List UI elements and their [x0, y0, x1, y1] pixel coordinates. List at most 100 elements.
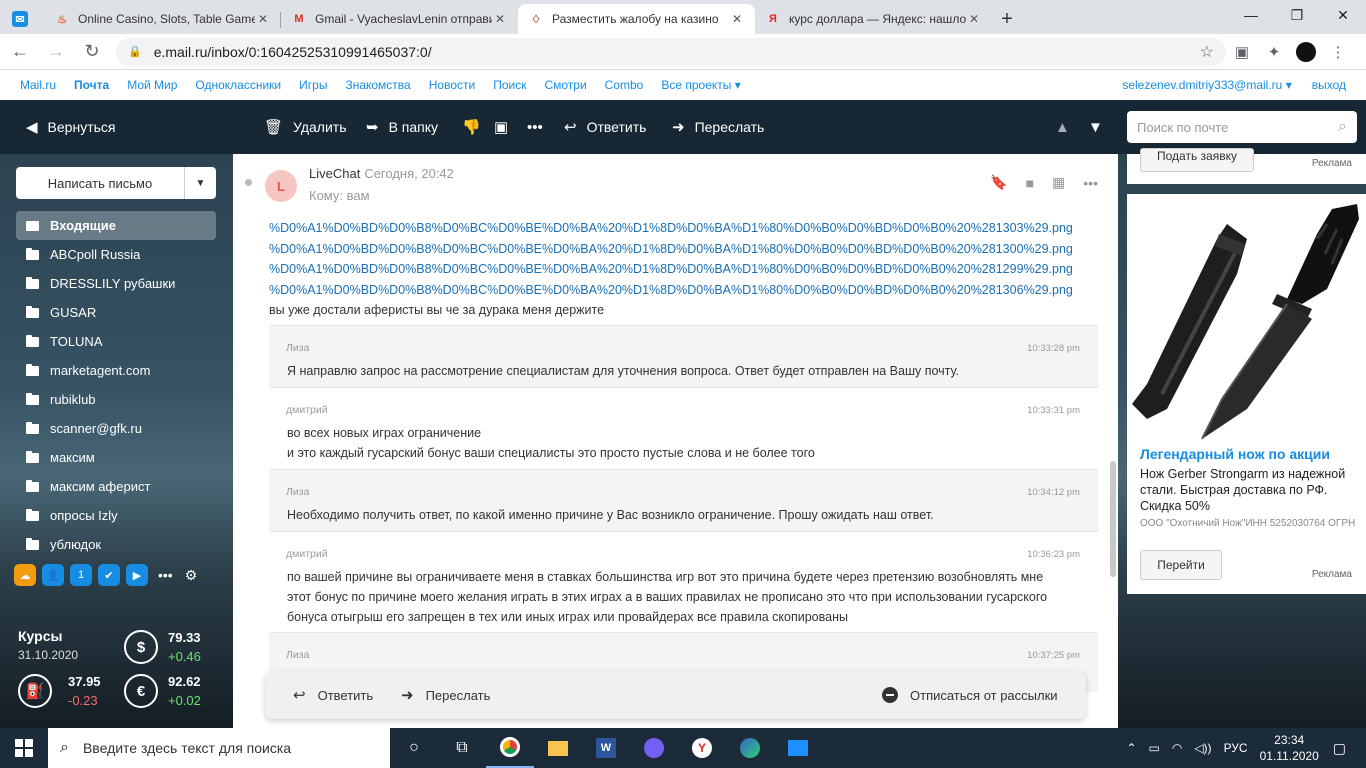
taskbar-search-input[interactable]: ⌕ Введите здесь текст для поиска [48, 728, 390, 768]
calendar-icon[interactable]: 1 [70, 564, 92, 586]
close-window-icon[interactable]: ✕ [1320, 0, 1366, 30]
portal-link-search[interactable]: Поиск [493, 78, 526, 92]
tray-chevron-icon[interactable]: ⌃ [1126, 741, 1136, 755]
attachment-link[interactable]: %D0%A1%D0%BD%D0%B8%D0%BC%D0%BE%D0%BA%20%… [269, 239, 1109, 260]
ad-description[interactable]: Нож Gerber Strongarm из надежной стали. … [1140, 466, 1360, 514]
unsubscribe-button[interactable]: Отписаться от рассылки [882, 671, 1058, 719]
more-dots-icon[interactable]: ••• [1083, 175, 1098, 191]
viber-icon[interactable] [630, 728, 678, 768]
chrome-icon[interactable] [486, 728, 534, 768]
oil-rate[interactable]: ⛽ 37.95 -0.23 [18, 672, 101, 710]
back-button[interactable]: ◀ Вернуться [26, 100, 115, 154]
next-message-button[interactable]: ▼ [1088, 100, 1113, 154]
more-apps-icon[interactable]: ••• [158, 567, 173, 583]
photos-icon[interactable] [774, 728, 822, 768]
menu-dots-icon[interactable]: ⋮ [1322, 36, 1354, 68]
clock[interactable]: 23:34 01.11.2020 [1260, 732, 1319, 764]
folder-item[interactable]: GUSAR [16, 298, 216, 327]
ad-headline[interactable]: Легендарный нож по акции [1140, 446, 1365, 462]
word-icon[interactable]: W [582, 728, 630, 768]
profile-avatar[interactable] [1290, 36, 1322, 68]
puzzle-icon[interactable]: ✦ [1258, 36, 1290, 68]
task-view-icon[interactable]: ⧉ [438, 728, 486, 768]
portal-link-ok[interactable]: Одноклассники [195, 78, 281, 92]
folder-item[interactable]: rubiklub [16, 385, 216, 414]
tasks-icon[interactable]: ✔ [98, 564, 120, 586]
scrollbar[interactable] [1110, 461, 1116, 577]
portal-link-pochta[interactable]: Почта [74, 78, 109, 92]
tab-casino[interactable]: ♨ Online Casino, Slots, Table Games ✕ [44, 4, 281, 34]
portal-link-all-projects[interactable]: Все проекты ▾ [661, 78, 740, 92]
folder-item[interactable]: TOLUNA [16, 327, 216, 356]
more-button[interactable]: ••• [527, 100, 553, 154]
reply-button[interactable]: ↩ Ответить [564, 100, 646, 154]
move-to-folder-button[interactable]: ➥ В папку [366, 100, 438, 154]
folder-item[interactable]: ублюдок [16, 530, 216, 559]
ad-apply-button[interactable]: Подать заявку [1140, 148, 1254, 172]
compose-button[interactable]: Написать письмо ▼ [16, 167, 216, 199]
portal-link-mailru[interactable]: Mail.ru [20, 78, 56, 92]
wifi-icon[interactable]: ◠ [1172, 741, 1182, 755]
eur-rate[interactable]: € 92.62 +0.02 [124, 672, 201, 710]
archive-button[interactable]: ▣ [494, 100, 518, 154]
portal-link-dating[interactable]: Знакомства [345, 78, 410, 92]
language-indicator[interactable]: РУС [1224, 741, 1248, 755]
close-tab-icon[interactable]: ✕ [492, 12, 508, 26]
bookmark-star-icon[interactable]: ☆ [1200, 42, 1214, 62]
knife-product-image[interactable] [1127, 194, 1366, 444]
windows-start-button[interactable] [0, 728, 48, 768]
file-explorer-icon[interactable] [534, 728, 582, 768]
ad-go-button[interactable]: Перейти [1140, 550, 1222, 580]
unread-dot[interactable] [245, 179, 252, 186]
spam-button[interactable]: 👎 [462, 100, 491, 154]
portal-link-news[interactable]: Новости [429, 78, 475, 92]
portal-link-watch[interactable]: Смотри [544, 78, 586, 92]
gear-icon[interactable]: ⚙ [185, 567, 198, 584]
volume-icon[interactable]: ◁)) [1194, 741, 1211, 755]
cortana-icon[interactable]: ○ [390, 728, 438, 768]
folder-inbox[interactable]: Входящие [16, 211, 216, 240]
video-icon[interactable]: ■ [1026, 175, 1034, 191]
video-call-icon[interactable]: ▶ [126, 564, 148, 586]
tab-complaint[interactable]: ♢ Разместить жалобу на казино ✕ [518, 4, 755, 34]
cloud-icon[interactable]: ☁ [14, 564, 36, 586]
yandex-browser-icon[interactable]: Y [678, 728, 726, 768]
calendar-icon[interactable]: ▦ [1052, 174, 1065, 191]
tab-mail[interactable]: ✉ [0, 4, 44, 34]
forward-button[interactable]: ➜ Переслать [672, 100, 764, 154]
mail-search-input[interactable]: Поиск по почте ⌕ [1127, 111, 1357, 143]
portal-link-moymir[interactable]: Мой Мир [127, 78, 177, 92]
portal-link-combo[interactable]: Combo [605, 78, 644, 92]
portal-link-games[interactable]: Игры [299, 78, 327, 92]
folder-item[interactable]: marketagent.com [16, 356, 216, 385]
address-bar[interactable]: 🔒 e.mail.ru/inbox/0:16042525310991465037… [116, 37, 1226, 66]
close-tab-icon[interactable]: ✕ [255, 12, 271, 26]
contacts-icon[interactable]: 👤 [42, 564, 64, 586]
user-email-link[interactable]: selezenev.dmitriy333@mail.ru ▾ [1122, 78, 1291, 92]
sender-name[interactable]: LiveChat [309, 166, 360, 181]
compose-dropdown-icon[interactable]: ▼ [184, 167, 216, 199]
bookmark-flag-icon[interactable]: 🔖 [990, 174, 1007, 191]
attachment-link[interactable]: %D0%A1%D0%BD%D0%B8%D0%BC%D0%BE%D0%BA%20%… [269, 218, 1109, 239]
tab-gmail[interactable]: M Gmail - VyacheslavLenin отправи ✕ [281, 4, 518, 34]
restore-icon[interactable]: ❐ [1274, 0, 1320, 30]
minimize-icon[interactable]: — [1228, 0, 1274, 30]
folder-item[interactable]: максим [16, 443, 216, 472]
tab-yandex[interactable]: Я курс доллара — Яндекс: нашлос ✕ [755, 4, 992, 34]
reply-button[interactable]: ↩ Ответить [293, 671, 373, 719]
attachment-link[interactable]: %D0%A1%D0%BD%D0%B8%D0%BC%D0%BE%D0%BA%20%… [269, 259, 1109, 280]
folder-item[interactable]: scanner@gfk.ru [16, 414, 216, 443]
forward-arrow-icon[interactable]: → [40, 36, 72, 68]
folder-item[interactable]: ABCpoll Russia [16, 240, 216, 269]
close-tab-icon[interactable]: ✕ [966, 12, 982, 26]
battery-icon[interactable]: ▭ [1149, 741, 1160, 755]
notification-icon[interactable]: ▢ [1333, 740, 1346, 757]
back-arrow-icon[interactable]: ← [4, 36, 36, 68]
delete-button[interactable]: 🗑 Удалить [264, 100, 347, 154]
attachment-link[interactable]: %D0%A1%D0%BD%D0%B8%D0%BC%D0%BE%D0%BA%20%… [269, 280, 1109, 301]
usd-rate[interactable]: $ 79.33 +0.46 [124, 628, 201, 666]
edge-icon[interactable] [726, 728, 774, 768]
reload-icon[interactable]: ↻ [76, 36, 108, 68]
forward-button[interactable]: ➜ Переслать [401, 671, 490, 719]
extension-icon[interactable]: ▣ [1226, 36, 1258, 68]
